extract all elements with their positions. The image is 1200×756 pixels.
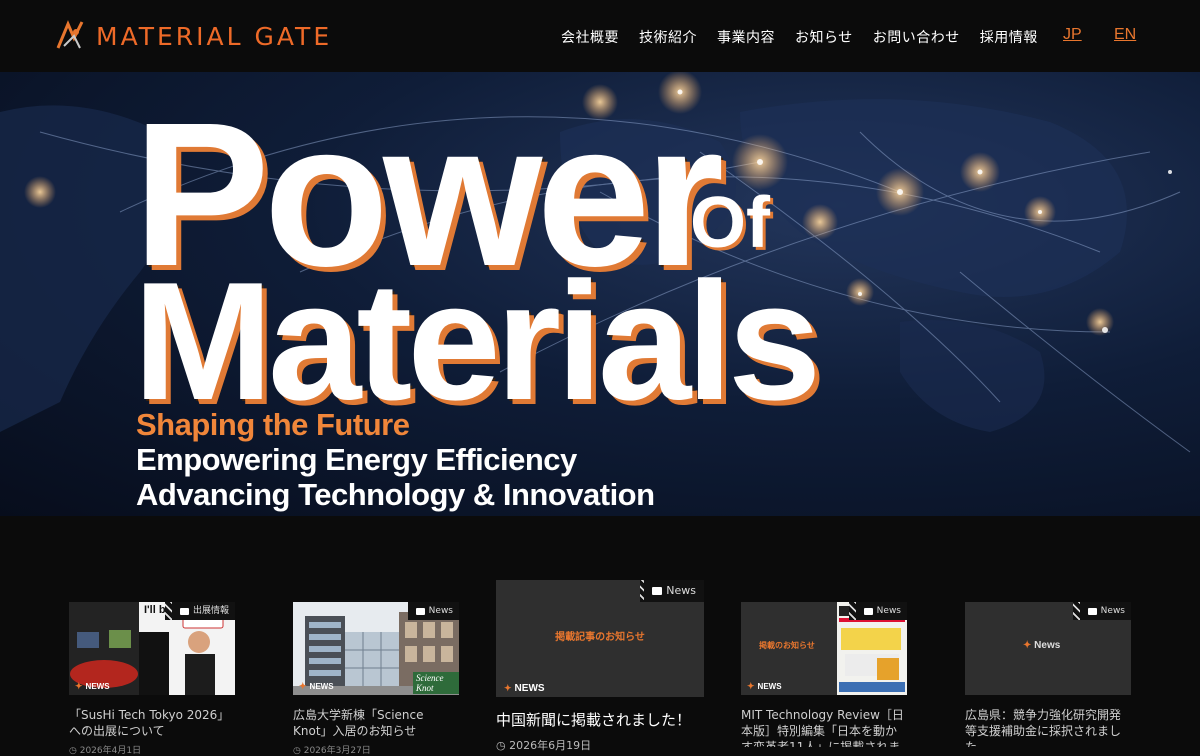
thumbnail-caption: Science Knot (413, 672, 459, 694)
folder-icon (1087, 607, 1097, 615)
brand-logo[interactable]: MATERIAL GATE (54, 18, 332, 54)
news-title[interactable]: 広島県：競争力強化研究開発等支援補助金に採択されました (965, 707, 1131, 747)
folder-icon (415, 607, 425, 615)
thumbnail-center-logo: ✦ News (1023, 640, 1061, 651)
news-card[interactable]: Science Knot News ✦ NEWS 広島大学新棟「Science K… (293, 602, 459, 756)
nav-contact[interactable]: お問い合わせ (873, 27, 960, 47)
hero-tagline-1: Shaping the Future (136, 407, 410, 442)
logo-mini-icon: ✦ (75, 681, 83, 691)
thumbnail-news-tag: ✦ NEWS (299, 681, 334, 691)
category-badge: News (407, 602, 459, 620)
thumbnail-caption: 掲載記事のお知らせ (555, 632, 645, 643)
category-label: News (666, 584, 696, 597)
brand-name: MATERIAL GATE (96, 21, 333, 51)
nav-company[interactable]: 会社概要 (561, 27, 619, 47)
news-thumbnail[interactable]: 掲載のお知らせ News ✦ NEWS (741, 602, 907, 695)
main-nav: 会社概要 技術紹介 事業内容 お知らせ お問い合わせ 採用情報 (561, 27, 1058, 47)
news-card[interactable]: ✦ News News 広島県：競争力強化研究開発等支援補助金に採択されました (965, 602, 1131, 750)
nav-news[interactable]: お知らせ (795, 27, 853, 47)
hero-title-materials: Materials (133, 247, 821, 435)
category-badge: News (855, 602, 907, 620)
news-thumbnail[interactable]: I'll be 出展情報 ✦ NEWS (69, 602, 235, 695)
news-thumbnail[interactable]: 掲載記事のお知らせ News ✦ NEWS (496, 580, 704, 697)
hero-banner: Power Of Materials Shaping the Future Em… (0, 72, 1200, 516)
site-header: MATERIAL GATE 会社概要 技術紹介 事業内容 お知らせ お問い合わせ… (0, 0, 1200, 72)
logo-mark-icon (56, 20, 84, 49)
logo-mini-icon: ✦ (299, 681, 307, 691)
hero-tagline-3: Advancing Technology & Innovation (136, 477, 655, 512)
category-badge: News (1079, 602, 1131, 620)
folder-icon (179, 607, 189, 615)
category-label: News (876, 606, 901, 616)
news-card[interactable]: 掲載のお知らせ News ✦ NEWS MIT Technology Review… (741, 602, 907, 750)
thumbnail-caption: 掲載のお知らせ (759, 641, 815, 650)
news-thumbnail[interactable]: ✦ News News (965, 602, 1131, 695)
lang-en-link[interactable]: EN (1114, 26, 1136, 44)
logo-mini-icon: ✦ (1023, 640, 1032, 651)
nav-recruit[interactable]: 採用情報 (980, 27, 1038, 47)
news-card-featured[interactable]: 掲載記事のお知らせ News ✦ NEWS 中国新聞に掲載されました！ ◷ 202… (496, 580, 704, 752)
category-badge: 出展情報 (171, 602, 235, 620)
news-card[interactable]: I'll be 出展情報 ✦ NEWS 「SusHi Tech Tokyo 202… (69, 602, 235, 756)
lang-jp-link[interactable]: JP (1063, 26, 1082, 44)
category-label: News (428, 606, 453, 616)
nav-technology[interactable]: 技術紹介 (639, 27, 697, 47)
thumbnail-news-tag: ✦ NEWS (75, 681, 110, 691)
news-thumbnail[interactable]: Science Knot News ✦ NEWS (293, 602, 459, 695)
folder-icon (863, 607, 873, 615)
news-title[interactable]: 「SusHi Tech Tokyo 2026」への出展について (69, 707, 235, 739)
news-date: ◷ 2026年6月19日 (496, 739, 592, 752)
category-label: News (1100, 606, 1125, 616)
thumbnail-news-tag: ✦ NEWS (747, 681, 782, 691)
category-badge: News (644, 580, 704, 602)
thumbnail-news-tag: ✦ NEWS (504, 683, 545, 694)
news-title[interactable]: MIT Technology Review［日本版］特別編集「日本を動かす変革者… (741, 707, 907, 747)
news-title[interactable]: 広島大学新棟「Science Knot」入居のお知らせ (293, 707, 459, 739)
hero-tagline-2: Empowering Energy Efficiency (136, 442, 577, 477)
logo-mini-icon: ✦ (747, 681, 755, 691)
logo-mini-icon: ✦ (504, 683, 512, 693)
category-label: 出展情報 (192, 606, 229, 616)
folder-icon (652, 587, 663, 595)
news-section: I'll be 出展情報 ✦ NEWS 「SusHi Tech Tokyo 202… (0, 516, 1200, 756)
news-title[interactable]: 中国新聞に掲載されました！ (496, 710, 704, 730)
nav-business[interactable]: 事業内容 (717, 27, 775, 47)
